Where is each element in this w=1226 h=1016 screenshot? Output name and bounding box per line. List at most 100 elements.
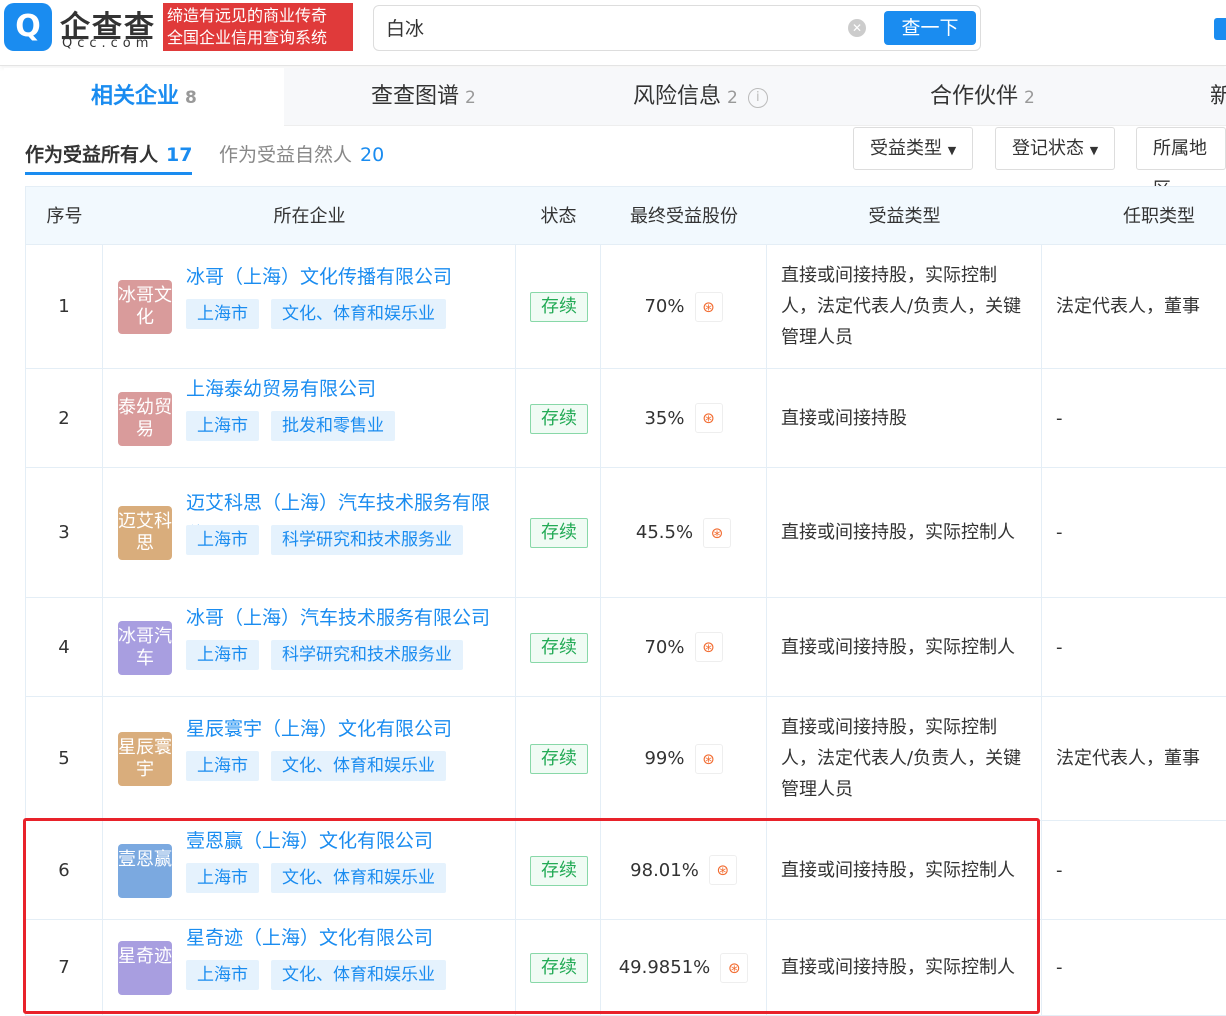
equity-chart-icon[interactable]: ⊛ — [708, 855, 737, 885]
tag[interactable]: 上海市 — [186, 862, 259, 893]
tag[interactable]: 文化、体育和娱乐业 — [271, 299, 446, 329]
header-index: 序号 — [46, 206, 83, 227]
benefit-type-text: 直接或间接持股，实际控制人 — [781, 957, 1015, 978]
slogan-banner: 缔造有远见的商业传奇 全国企业信用查询系统 — [163, 3, 353, 51]
tag[interactable]: 文化、体育和娱乐业 — [271, 960, 446, 990]
tag[interactable]: 文化、体育和娱乐业 — [271, 751, 446, 781]
benefit-type: 直接或间接持股，实际控制人 — [767, 468, 1042, 597]
subtab-label: 作为受益所有人 — [25, 144, 159, 166]
role-type: - — [1042, 468, 1226, 597]
search-button[interactable]: 查一下 — [884, 11, 976, 45]
company-logo[interactable]: 星奇迹 — [118, 941, 172, 995]
tab-graph[interactable]: 查查图谱 2 — [371, 68, 476, 126]
header-role: 任职类型 — [1123, 206, 1195, 227]
filter-benefit-type[interactable]: 受益类型 ▼ — [853, 127, 974, 170]
table-row: 3 迈艾科思 迈艾科思（上海）汽车技术服务有限公司 上海市科学研究和技术服务业 … — [25, 468, 1226, 598]
share-cell: 49.9851% ⊛ — [601, 920, 767, 1015]
tab-count: 8 — [185, 88, 197, 108]
tab-related-companies[interactable]: 相关企业 8 — [4, 68, 284, 126]
header-benefit-type: 受益类型 — [868, 206, 941, 227]
company-name-link[interactable]: 上海泰幼贸易有限公司 — [186, 374, 506, 405]
tag[interactable]: 科学研究和技术服务业 — [271, 525, 463, 555]
company-tags: 上海市 科学研究和技术服务业 — [186, 639, 475, 670]
benefit-type-text: 直接或间接持股，实际控制人 — [781, 859, 1015, 881]
tab-label: 合作伙伴 — [930, 84, 1019, 109]
company-cell: 星奇迹 星奇迹（上海）文化有限公司 上海市 文化、体育和娱乐业 — [103, 920, 516, 1015]
caret-down-icon: ▼ — [947, 144, 957, 157]
search-input[interactable] — [386, 16, 826, 38]
filter-registration-status[interactable]: 登记状态 ▼ — [995, 127, 1116, 170]
info-icon[interactable]: i — [747, 88, 768, 108]
share-cell: 35% ⊛ — [601, 369, 767, 467]
role-type-text: 法定代表人，董事 — [1056, 296, 1200, 317]
tag[interactable]: 上海市 — [186, 299, 259, 329]
role-type-text: - — [1056, 957, 1063, 978]
company-cell: 泰幼贸易 上海泰幼贸易有限公司 上海市 批发和零售业 — [103, 369, 516, 467]
status-cell: 存续 — [516, 920, 601, 1015]
subtab-beneficial-owner[interactable]: 作为受益所有人 17 — [25, 140, 193, 175]
company-logo[interactable]: 冰哥文化 — [118, 280, 172, 334]
share-value: 45.5% — [635, 522, 694, 543]
side-button[interactable] — [1214, 18, 1226, 40]
company-logo[interactable]: 星辰寰宇 — [118, 732, 172, 786]
qcc-logo-icon[interactable]: Q — [4, 3, 52, 51]
company-tags: 上海市 文化、体育和娱乐业 — [186, 960, 458, 990]
status-cell: 存续 — [516, 468, 601, 597]
tag[interactable]: 上海市 — [186, 960, 259, 990]
table-row: 5 星辰寰宇 星辰寰宇（上海）文化有限公司 上海市 文化、体育和娱乐业 存续 99… — [25, 697, 1226, 821]
share-value: 70% — [644, 296, 685, 317]
company-logo[interactable]: 冰哥汽车 — [118, 620, 172, 675]
equity-chart-icon[interactable]: ⊛ — [694, 632, 723, 662]
company-name-link[interactable]: 星奇迹（上海）文化有限公司 — [186, 923, 506, 954]
company-name-link[interactable]: 壹恩赢（上海）文化有限公司 — [186, 826, 506, 857]
company-logo[interactable]: 泰幼贸易 — [118, 391, 172, 446]
tab-more[interactable]: 新 — [1210, 68, 1226, 126]
share-value: 35% — [644, 407, 685, 429]
equity-chart-icon[interactable]: ⊛ — [694, 403, 723, 433]
status-cell: 存续 — [516, 245, 601, 368]
benefit-type: 直接或间接持股，实际控制人 — [767, 821, 1042, 919]
tag[interactable]: 上海市 — [186, 751, 259, 781]
logo-subtext: Qcc.com — [62, 36, 154, 51]
tab-count: 2 — [465, 88, 476, 108]
tag[interactable]: 上海市 — [186, 525, 259, 555]
status-badge: 存续 — [530, 744, 588, 774]
tag[interactable]: 科学研究和技术服务业 — [271, 639, 463, 670]
benefit-type-text: 直接或间接持股，实际控制人，法定代表人/负责人，关键管理人员 — [781, 265, 1022, 348]
tag[interactable]: 上海市 — [186, 410, 259, 441]
share-cell: 98.01% ⊛ — [601, 821, 767, 919]
share-cell: 99% ⊛ — [601, 697, 767, 820]
tab-risk[interactable]: 风险信息 2 i — [633, 68, 768, 126]
company-name-link[interactable]: 星辰寰宇（上海）文化有限公司 — [186, 714, 506, 745]
company-name-link[interactable]: 冰哥（上海）汽车技术服务有限公司 — [186, 603, 506, 634]
filter-region[interactable]: 所属地区 — [1136, 127, 1226, 200]
row-index: 6 — [26, 821, 103, 919]
equity-chart-icon[interactable]: ⊛ — [720, 952, 749, 983]
role-type-text: - — [1056, 522, 1063, 543]
status-cell: 存续 — [516, 821, 601, 919]
table-row: 1 冰哥文化 冰哥（上海）文化传播有限公司 上海市 文化、体育和娱乐业 存续 70… — [25, 245, 1226, 369]
table-body: 1 冰哥文化 冰哥（上海）文化传播有限公司 上海市 文化、体育和娱乐业 存续 70… — [25, 245, 1226, 1016]
tag[interactable]: 文化、体育和娱乐业 — [271, 862, 446, 893]
company-logo[interactable]: 迈艾科思 — [118, 506, 172, 560]
company-name-link[interactable]: 冰哥（上海）文化传播有限公司 — [186, 262, 506, 293]
equity-chart-icon[interactable]: ⊛ — [694, 291, 723, 322]
status-badge: 存续 — [530, 632, 588, 663]
subtab-beneficial-person[interactable]: 作为受益自然人 20 — [219, 140, 384, 167]
share-value: 98.01% — [630, 859, 699, 881]
equity-chart-icon[interactable]: ⊛ — [703, 517, 732, 548]
clear-icon[interactable]: ✕ — [848, 19, 866, 37]
benefit-type-text: 直接或间接持股，实际控制人 — [781, 636, 1015, 658]
share-cell: 45.5% ⊛ — [601, 468, 767, 597]
equity-chart-icon[interactable]: ⊛ — [694, 743, 723, 774]
role-type-text: - — [1056, 636, 1063, 658]
tag[interactable]: 上海市 — [186, 639, 259, 670]
company-logo[interactable]: 壹恩赢 — [118, 843, 172, 898]
company-tags: 上海市 文化、体育和娱乐业 — [186, 751, 458, 781]
tag[interactable]: 批发和零售业 — [271, 410, 395, 441]
main-tabs: 相关企业 8 查查图谱 2 风险信息 2 i 合作伙伴 2 新 — [4, 68, 1226, 126]
tab-label: 风险信息 — [633, 84, 722, 109]
tab-label: 查查图谱 — [371, 84, 460, 109]
tab-partners[interactable]: 合作伙伴 2 — [930, 68, 1035, 126]
role-type: - — [1042, 821, 1226, 919]
